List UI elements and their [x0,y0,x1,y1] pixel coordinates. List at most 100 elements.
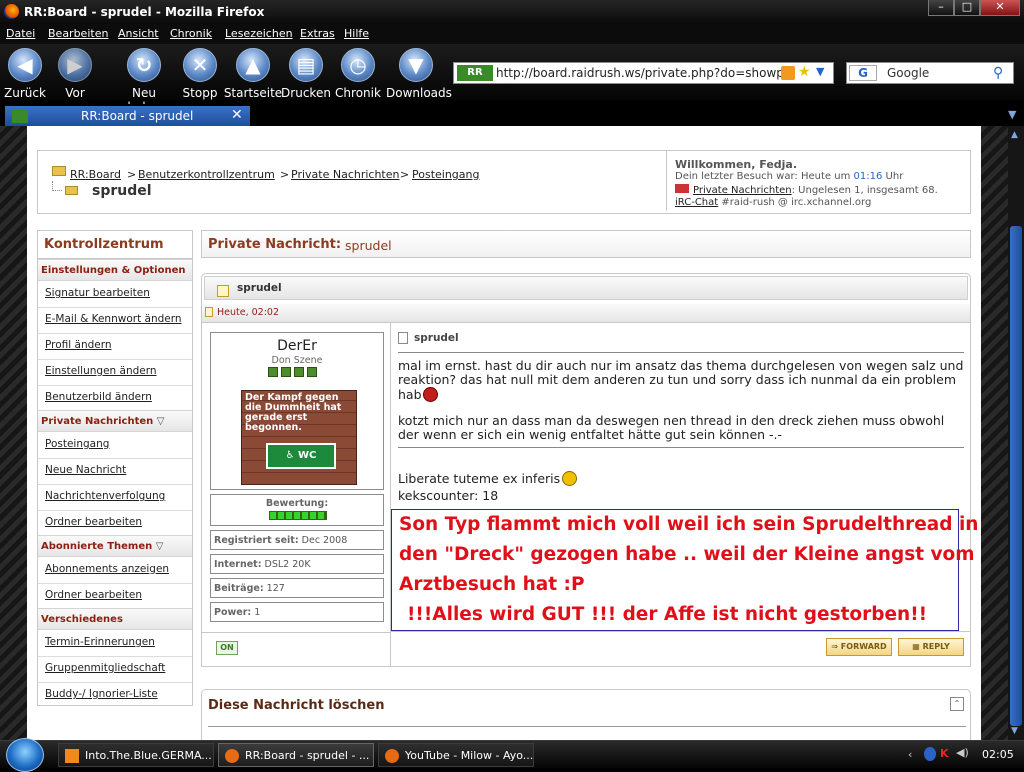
author-name[interactable]: DerEr [211,338,383,354]
collapse-icon[interactable]: ⌃ [950,697,964,711]
smiley-icon [562,471,578,486]
tray-app-icon[interactable] [924,747,936,761]
post-body-2: kotzt mich nur an dass man da deswegen n… [398,413,945,442]
clock-icon: ◷ [341,48,375,82]
scrollbar[interactable]: ▲ ▼ [1008,126,1024,740]
page-title: sprudel [92,183,152,199]
forward-arrow-icon: ⇒ [831,642,838,651]
task-firefox-rrboard[interactable]: RR:Board - sprudel - ... [218,743,374,767]
wc-sign-label: WC [298,450,317,461]
rating-box: Bewertung: [210,494,384,526]
system-tray: ‹ K ◀) 02:05 [904,741,1024,769]
sidebar-divider [38,307,192,308]
task-firefox-youtube[interactable]: YouTube - Milow - Ayo... [378,743,534,767]
menu-ansicht[interactable]: Ansicht [118,27,159,40]
url-dropdown-icon[interactable]: ▼ [816,65,824,78]
sidebar-item-email-password[interactable]: E-Mail & Kennwort ändern [45,313,182,325]
menu-chronik[interactable]: Chronik [170,27,212,40]
search-engine-icon[interactable]: G [849,65,877,81]
sidebar-item-avatar[interactable]: Benutzerbild ändern [45,391,152,403]
sidebar-item-reminders[interactable]: Termin-Erinnerungen [45,636,155,648]
tray-expand-icon[interactable]: ‹ [908,748,912,761]
firefox-icon [225,749,239,763]
breadcrumb-pm[interactable]: Private Nachrichten [291,168,400,181]
scrollbar-thumb[interactable] [1010,226,1022,726]
welcome-text: Willkommen, Fedja. [675,158,798,171]
clock[interactable]: 02:05 [982,748,1014,761]
breadcrumb-separator: > [280,168,290,181]
sidebar-item-new-message[interactable]: Neue Nachricht [45,464,126,476]
sidebar-divider [38,583,192,584]
forward-button[interactable]: ⇒ FORWARD [826,638,892,656]
angry-smiley-icon [422,387,438,402]
irc-link[interactable]: iRC-Chat [675,197,718,208]
bookmark-star-icon[interactable]: ★ [798,64,811,80]
sidebar-item-tracking[interactable]: Nachrichtenverfolgung [45,490,165,502]
menu-datei[interactable]: Datei [6,27,35,40]
footer-divider-right [390,631,970,632]
breadcrumb-home[interactable]: RR:Board [70,168,121,181]
user-card: DerEr Don Szene Der Kampf gegen die Dumm… [210,332,384,490]
page-border-left [0,126,27,740]
rating-bar [269,511,327,520]
collapse-icon[interactable]: ▽ [156,541,164,552]
start-button[interactable] [6,738,44,772]
sidebar-item-signature[interactable]: Signatur bearbeiten [45,287,150,299]
address-bar[interactable]: RR http://board.raidrush.ws/private.php?… [453,62,834,84]
menu-hilfe[interactable]: Hilfe [344,27,369,40]
tab-close-icon[interactable]: ✕ [231,107,243,123]
pm-link[interactable]: Private Nachrichten [693,185,792,196]
breadcrumb-inbox[interactable]: Posteingang [412,168,480,181]
info-registered-value: Dec 2008 [301,535,348,546]
menu-extras[interactable]: Extras [300,27,335,40]
minimize-button[interactable]: – [928,0,954,16]
menu-bearbeiten[interactable]: Bearbeiten [48,27,108,40]
task-vlc[interactable]: Into.The.Blue.GERMA... [58,743,214,767]
sidebar-item-inbox[interactable]: Posteingang [45,438,109,450]
sidebar-item-show-subscriptions[interactable]: Abonnements anzeigen [45,563,169,575]
maximize-button[interactable]: □ [954,0,980,16]
sidebar-item-groups[interactable]: Gruppenmitgliedschaft [45,662,165,674]
search-field[interactable]: G Google ⚲ [846,62,1014,84]
downloads-button[interactable]: ▼ Downloads [386,46,452,100]
print-button[interactable]: ▤ Drucken [276,46,336,100]
pm-title-label: Private Nachricht: [208,237,342,252]
sidebar-section-subscriptions[interactable]: Abonnierte Themen ▽ [38,535,192,557]
tab-list-icon[interactable]: ▼ [1008,108,1016,121]
taskbar: Into.The.Blue.GERMA... RR:Board - sprude… [0,738,1024,772]
stop-button[interactable]: ✕ Stopp [170,46,230,100]
sidebar-item-buddy-list[interactable]: Buddy-/ Ignorier-Liste [45,688,158,700]
info-posts-value: 127 [266,583,285,594]
site-favicon: RR [457,65,493,81]
scroll-up-icon[interactable]: ▲ [1011,130,1018,140]
control-center-sidebar: Kontrollzentrum Einstellungen & Optionen… [37,230,193,706]
signature-text: Liberate tuteme ex inferis [398,471,561,486]
collapse-icon[interactable]: ▽ [157,416,165,427]
info-registered: Registriert seit: Dec 2008 [210,530,384,550]
sidebar-item-edit-folders-subs[interactable]: Ordner bearbeiten [45,589,142,601]
last-visit-line: Dein letzter Besuch war: Heute um 01:16 … [675,171,903,182]
irc-text: #raid-rush @ irc.xchannel.org [721,197,872,208]
menu-lesezeichen[interactable]: Lesezeichen [225,27,293,40]
sidebar-item-edit-folders[interactable]: Ordner bearbeiten [45,516,142,528]
tab-rrboard[interactable]: RR:Board - sprudel ✕ [5,106,250,126]
reload-icon: ↻ [127,48,161,82]
home-button[interactable]: ▲ Startseite [223,46,283,100]
search-icon[interactable]: ⚲ [993,65,1003,81]
history-button[interactable]: ◷ Chronik [328,46,388,100]
sidebar-item-profile[interactable]: Profil ändern [45,339,112,351]
close-window-button[interactable]: ✕ [980,0,1020,16]
forward-button[interactable]: ▶ Vor [45,46,105,100]
scroll-down-icon[interactable]: ▼ [1011,726,1018,736]
volume-icon[interactable]: ◀) [956,746,969,759]
antivirus-icon[interactable]: K [940,747,949,760]
sidebar-section-pm[interactable]: Private Nachrichten ▽ [38,410,192,432]
rank-badge-icon [307,367,317,377]
document-icon [398,332,408,344]
rss-feed-icon[interactable] [781,66,795,80]
sidebar-item-options[interactable]: Einstellungen ändern [45,365,157,377]
breadcrumb-usercp[interactable]: Benutzerkontrollzentrum [138,168,275,181]
menu-bar: Datei Bearbeiten Ansicht Chronik Lesezei… [0,24,1024,44]
message-date: Heute, 02:02 [217,307,279,318]
reply-button[interactable]: ▦ REPLY [898,638,964,656]
